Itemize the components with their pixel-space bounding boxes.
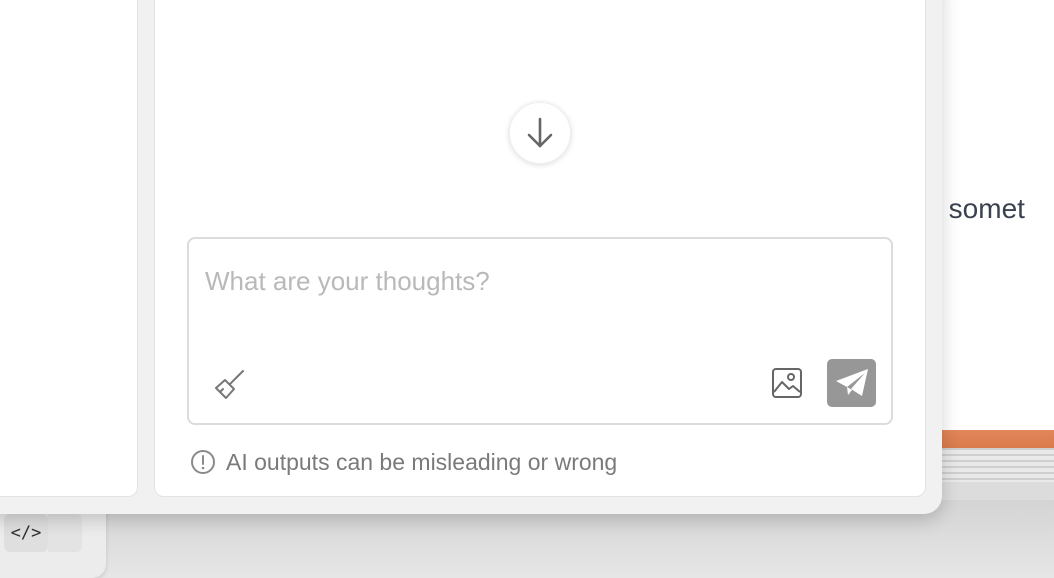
image-icon	[772, 368, 802, 398]
arrow-down-icon	[527, 117, 553, 148]
send-button[interactable]	[827, 359, 876, 407]
send-icon	[835, 369, 868, 396]
disclaimer-text: AI outputs can be misleading or wrong	[226, 448, 618, 475]
message-composer	[187, 237, 893, 425]
code-view-button[interactable]: </>	[4, 514, 48, 552]
scroll-to-bottom-button[interactable]	[509, 102, 571, 164]
left-card	[0, 0, 138, 497]
message-input[interactable]	[205, 261, 865, 301]
toolbar-button-group	[48, 514, 82, 552]
ai-disclaimer: AI outputs can be misleading or wrong	[190, 448, 617, 476]
info-circle-icon	[191, 450, 215, 474]
broom-icon	[215, 370, 244, 399]
attach-image-button[interactable]	[769, 365, 805, 401]
clear-chat-button[interactable]	[211, 367, 247, 403]
